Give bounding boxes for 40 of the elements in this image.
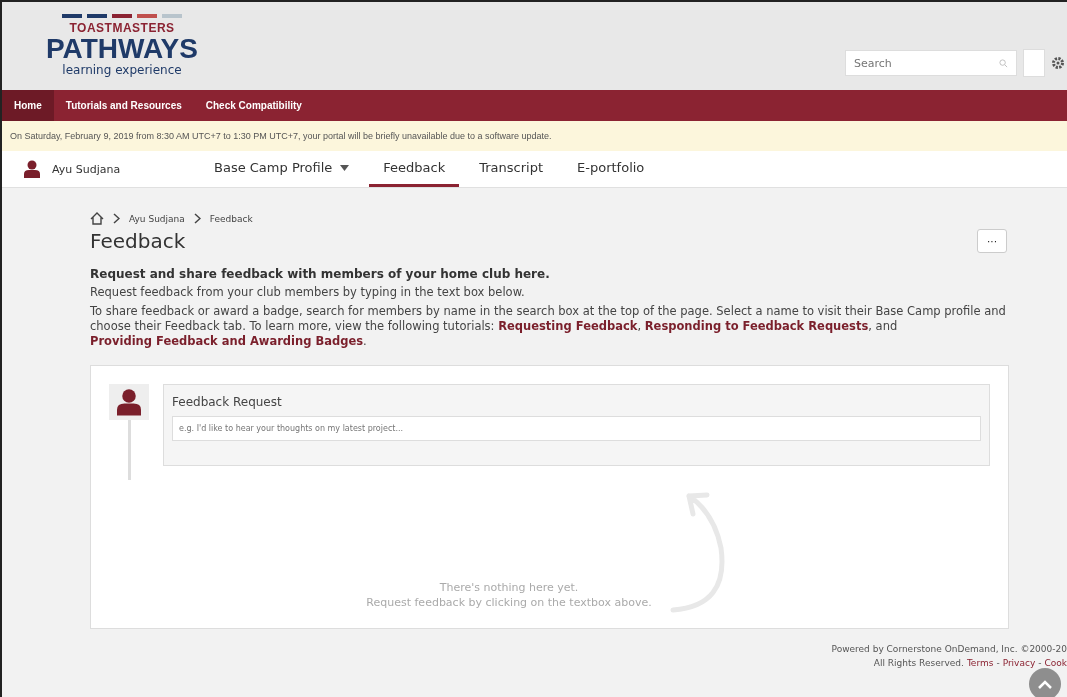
user-icon	[24, 160, 40, 178]
logo-brand: TOASTMASTERS	[69, 22, 175, 35]
notice-banner: On Saturday, February 9, 2019 from 8:30 AM UTC+7 to 1:30 PM UTC+7, your portal will be briefly unavailable due to a software update.	[2, 121, 1067, 151]
chevron-up-icon	[1038, 679, 1052, 689]
footer-link[interactable]: Privacy	[1002, 658, 1036, 668]
separator-text: -	[996, 658, 1000, 668]
copyright-text: Powered by Cornerstone OnDemand, Inc. ©2000-20	[831, 643, 1067, 656]
caret-icon	[340, 164, 350, 171]
footer-link[interactable]: Terms	[966, 658, 994, 668]
footer-link[interactable]: Cook	[1044, 658, 1067, 668]
more-button[interactable]: ···	[977, 229, 1007, 253]
logo-name: PATHWAYS	[46, 35, 198, 63]
profile-tab[interactable]: Transcript	[465, 151, 558, 187]
empty-state-text: Request feedback by clicking on the textbox above.	[366, 595, 652, 610]
settings-icon[interactable]	[1051, 56, 1065, 70]
profile-tab[interactable]: E-portfolio	[563, 151, 659, 187]
chevron-icon	[193, 213, 201, 224]
intro-heading: Request and share feedback with members of your home club here.	[90, 267, 551, 281]
separator-text: -	[1038, 658, 1042, 668]
rights-text: All Rights Reserved.	[873, 658, 964, 668]
home-icon[interactable]	[90, 212, 104, 225]
request-label: Feedback Request	[172, 395, 283, 409]
breadcrumb-item: Feedback	[209, 213, 253, 224]
page-title: Feedback	[90, 229, 186, 253]
nav-link[interactable]: Home	[2, 90, 54, 121]
profile-tab[interactable]: Feedback	[369, 151, 460, 187]
chevron-icon	[113, 213, 120, 224]
scroll-top-button[interactable]	[1029, 668, 1061, 697]
breadcrumb-item[interactable]: Ayu Sudjana	[129, 213, 185, 224]
empty-state-text: There's nothing here yet.	[439, 580, 579, 595]
intro-text: Request feedback from your club members by typing in the text box below.	[90, 285, 526, 300]
nav-link[interactable]: Check Compatibility	[193, 90, 314, 121]
nav-link[interactable]: Tutorials and Resources	[53, 90, 194, 121]
description-text: To share feedback or award a badge, search for members by name in the search box at the top of the page. Select a name to visit their Base Camp profile and choose their Feedback tab. To learn more, view the following tutorials: Requesting Feedback, Responding to Feedback Requests, and Providing Feedback and Awarding Badges.	[90, 304, 1007, 349]
user-name: Ayu Sudjana	[52, 162, 121, 176]
user-avatar	[109, 384, 149, 420]
search-field[interactable]: Search	[845, 50, 1017, 76]
logo-tagline: learning experience	[62, 63, 182, 78]
profile-tab[interactable]: Base Camp Profile	[200, 151, 364, 187]
request-input[interactable]: e.g. I'd like to hear your thoughts on my latest project...	[172, 416, 981, 441]
